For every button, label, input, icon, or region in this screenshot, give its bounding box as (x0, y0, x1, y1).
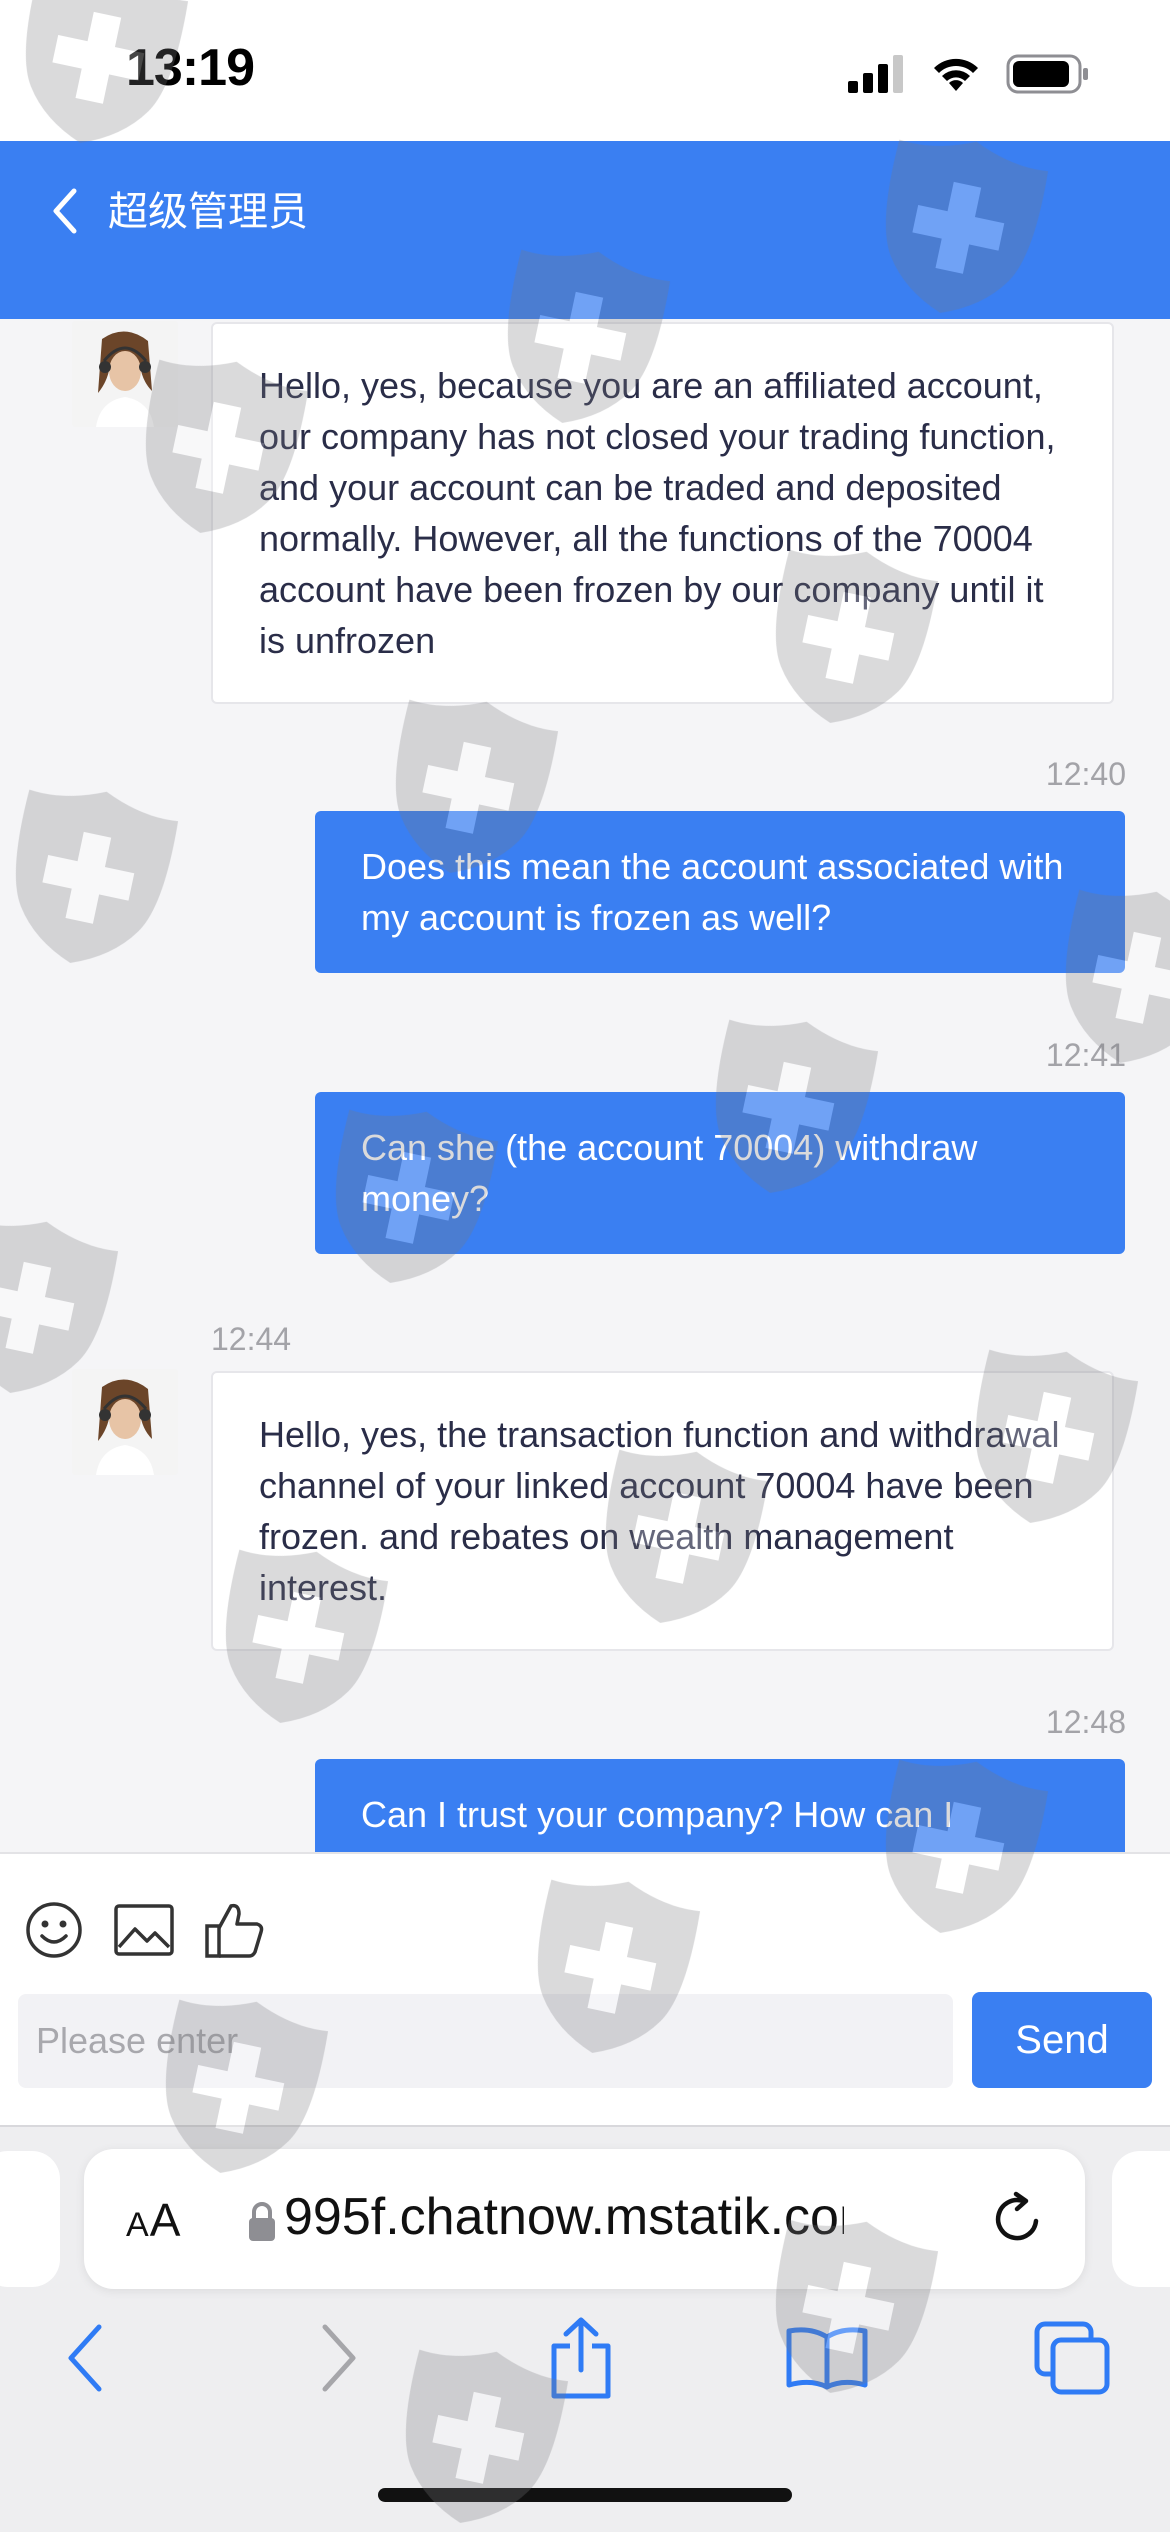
previous-tab-preview[interactable] (0, 2151, 60, 2287)
image-icon (114, 1904, 174, 1956)
thumbs-up-icon (205, 1903, 264, 1958)
outgoing-message: Can I trust your company? How can I (315, 1759, 1125, 1852)
outgoing-message: Can she (the account 70004) withdraw mon… (315, 1092, 1125, 1254)
chat-header: 超级管理员 (0, 141, 1170, 319)
incoming-message: Hello, yes, the transaction function and… (211, 1371, 1114, 1651)
chat-messages[interactable]: Hello, yes, because you are an affiliate… (0, 319, 1170, 1852)
message-timestamp: 12:40 (1045, 756, 1126, 792)
wifi-icon (934, 58, 978, 91)
share-button[interactable] (536, 2313, 626, 2403)
incoming-message: Hello, yes, because you are an affiliate… (211, 322, 1114, 704)
browser-back-button[interactable] (40, 2313, 130, 2403)
battery-icon (1006, 54, 1088, 94)
status-bar: 13:19 (0, 0, 1170, 141)
message-input[interactable] (18, 1994, 953, 2088)
message-timestamp: 12:44 (211, 1321, 292, 1357)
reader-options-button[interactable]: AA (126, 2193, 181, 2247)
emoji-button[interactable] (22, 1898, 86, 1962)
status-time: 13:19 (126, 39, 255, 97)
browser-chrome: AA 995f.chatnow.mstatik.com (0, 2125, 1170, 2532)
forward-arrow-icon (322, 2324, 356, 2392)
message-timestamp: 12:48 (1045, 1704, 1126, 1740)
bookmarks-button[interactable] (782, 2313, 872, 2403)
reload-button[interactable] (984, 2185, 1052, 2253)
tabs-icon (1034, 2321, 1110, 2395)
share-icon (551, 2317, 611, 2399)
like-button[interactable] (202, 1898, 266, 1962)
smiley-icon (26, 1902, 82, 1958)
tabs-button[interactable] (1028, 2313, 1118, 2403)
agent-avatar[interactable] (72, 1369, 178, 1475)
url-text: 995f.chatnow.mstatik.com (284, 2188, 844, 2246)
next-tab-preview[interactable] (1112, 2151, 1170, 2287)
message-composer: Send (0, 1852, 1170, 2125)
bookmarks-icon (786, 2327, 868, 2390)
browser-forward-button[interactable] (294, 2313, 384, 2403)
send-button[interactable]: Send (972, 1992, 1152, 2088)
message-timestamp: 12:41 (1045, 1037, 1126, 1073)
chevron-left-icon (53, 188, 77, 234)
home-indicator[interactable] (378, 2488, 792, 2502)
back-button[interactable] (40, 181, 90, 241)
image-button[interactable] (112, 1898, 176, 1962)
chat-title: 超级管理员 (108, 190, 308, 234)
status-icons (848, 52, 1090, 96)
lock-icon (249, 2202, 275, 2241)
phone-screen: 13:19 超级管理员 Hello, yes, because you are … (0, 0, 1170, 2532)
back-arrow-icon (68, 2324, 102, 2392)
outgoing-message: Does this mean the account associated wi… (315, 811, 1125, 973)
address-bar[interactable]: AA 995f.chatnow.mstatik.com (84, 2149, 1085, 2289)
agent-avatar[interactable] (72, 321, 178, 427)
reload-icon (995, 2191, 1039, 2241)
signal-icon (848, 55, 903, 93)
